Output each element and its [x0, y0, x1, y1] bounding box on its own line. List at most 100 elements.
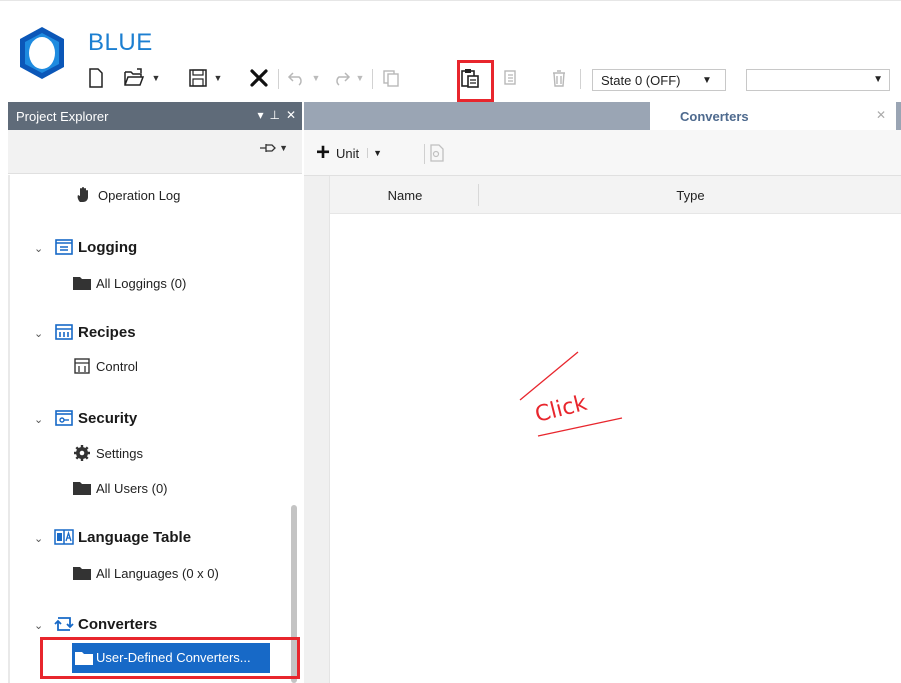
- close-icon[interactable]: ✕: [876, 108, 886, 122]
- app-title: BLUE: [88, 29, 153, 56]
- chevron-down-icon: ▼: [151, 73, 161, 83]
- paste-icon: [461, 69, 479, 88]
- language-table-icon: [54, 528, 74, 546]
- row-header-strip: [304, 176, 330, 683]
- column-header-name[interactable]: Name: [330, 188, 480, 203]
- tree-item-label: All Users (0): [96, 480, 168, 496]
- application-header: BLUE ▼ ▼ ▼ ▼ State 0 (OFF) ▼ ▼: [0, 0, 901, 100]
- click-annotation-text: Click: [533, 391, 590, 428]
- delete-button[interactable]: [548, 66, 570, 90]
- save-button[interactable]: [186, 66, 210, 90]
- tree-item-label: Operation Log: [98, 187, 181, 203]
- new-file-button[interactable]: [84, 66, 108, 90]
- main-toolbar: ▼ ▼ ▼ ▼ State 0 (OFF) ▼ ▼: [80, 61, 901, 95]
- tree-item-settings[interactable]: Settings: [72, 444, 143, 462]
- click-annotation: Click: [519, 351, 623, 437]
- tree-item-operation-log[interactable]: Operation Log: [74, 186, 180, 204]
- chevron-down-icon: ▼: [279, 143, 288, 153]
- tree-group-security[interactable]: Security: [54, 409, 137, 427]
- redo-button[interactable]: [330, 66, 352, 90]
- folder-icon: [74, 650, 94, 669]
- project-tree: [8, 175, 304, 683]
- save-icon: [189, 69, 207, 87]
- tree-item-label: Settings: [96, 445, 143, 461]
- save-dropdown-button[interactable]: ▼: [212, 66, 224, 90]
- new-file-icon: [89, 68, 103, 88]
- column-header-type[interactable]: Type: [480, 188, 901, 203]
- tree-item-all-languages[interactable]: All Languages (0 x 0): [72, 564, 219, 582]
- document-search-icon: [430, 144, 444, 162]
- add-unit-label: Unit: [336, 145, 360, 161]
- close-project-button[interactable]: [246, 66, 272, 90]
- tree-group-converters[interactable]: Converters: [54, 615, 157, 633]
- project-explorer-header: Project Explorer ▾ ⊥ ✕: [8, 102, 302, 130]
- expand-chevron-icon[interactable]: ⌄: [34, 532, 43, 545]
- tree-group-label: Language Table: [78, 528, 192, 546]
- tree-item-user-defined-converters[interactable]: User-Defined Converters...: [72, 643, 270, 673]
- expand-chevron-icon[interactable]: ⌄: [34, 619, 43, 632]
- open-button[interactable]: [120, 66, 148, 90]
- project-explorer-title: Project Explorer: [16, 108, 109, 124]
- tree-group-language-table[interactable]: Language Table: [54, 528, 191, 546]
- open-dropdown-button[interactable]: ▼: [150, 66, 162, 90]
- converters-icon: [54, 615, 74, 633]
- panel-menu-icon[interactable]: ▾: [257, 108, 263, 122]
- state-select[interactable]: State 0 (OFF) ▼: [592, 69, 726, 91]
- tree-group-logging[interactable]: Logging: [54, 238, 137, 256]
- tab-label: Converters: [680, 109, 749, 124]
- duplicate-button[interactable]: [500, 66, 522, 90]
- tree-item-label: Control: [96, 358, 138, 374]
- toolbar-separator: [372, 69, 373, 89]
- state-select-value: State 0 (OFF): [601, 72, 681, 88]
- plus-icon: +: [316, 139, 331, 166]
- folder-icon: [72, 479, 92, 497]
- undo-button[interactable]: [286, 66, 308, 90]
- tree-group-recipes[interactable]: Recipes: [54, 323, 136, 341]
- panel-controls: ▾ ⊥ ✕: [257, 108, 296, 122]
- pin-icon[interactable]: ⊥: [269, 108, 279, 122]
- pushpin-icon: [260, 144, 276, 152]
- redo-icon: [336, 72, 351, 86]
- open-folder-icon: [124, 68, 145, 86]
- scrollbar-thumb[interactable]: [291, 505, 297, 683]
- expand-chevron-icon[interactable]: ⌄: [34, 327, 43, 340]
- undo-dropdown-button[interactable]: ▼: [310, 66, 322, 90]
- tree-item-all-loggings[interactable]: All Loggings (0): [72, 274, 186, 292]
- folder-icon: [72, 274, 92, 292]
- copy-button[interactable]: [380, 66, 402, 90]
- paste-button[interactable]: [458, 66, 482, 90]
- expand-chevron-icon[interactable]: ⌄: [34, 413, 43, 426]
- tree-group-label: Converters: [78, 615, 158, 633]
- chevron-down-icon: ▼: [873, 74, 883, 85]
- toolbar-separator: [278, 69, 279, 89]
- pin-menu-button[interactable]: ▼: [259, 142, 288, 154]
- expand-chevron-icon[interactable]: ⌄: [34, 242, 43, 255]
- chevron-down-icon[interactable]: ▼: [367, 148, 387, 158]
- tree-item-label: User-Defined Converters...: [96, 650, 251, 665]
- tab-converters[interactable]: Converters ✕: [650, 102, 896, 130]
- duplicate-icon: [504, 70, 516, 85]
- redo-dropdown-button[interactable]: ▼: [354, 66, 366, 90]
- column-separator[interactable]: [478, 184, 479, 206]
- logging-icon: [54, 238, 74, 256]
- chevron-down-icon: ▼: [355, 73, 365, 83]
- tree-group-label: Logging: [78, 238, 138, 256]
- tree-item-all-users[interactable]: All Users (0): [72, 479, 168, 497]
- hand-icon: [74, 186, 94, 204]
- toolbar-separator: [424, 144, 425, 164]
- close-icon[interactable]: ✕: [286, 108, 296, 122]
- tree-group-label: Security: [78, 409, 138, 427]
- tree-group-label: Recipes: [78, 323, 136, 341]
- tree-item-control[interactable]: Control: [72, 357, 138, 375]
- recipes-icon: [54, 323, 74, 341]
- project-explorer-toolbar: ▼: [8, 130, 302, 174]
- chevron-down-icon: ▼: [311, 73, 321, 83]
- grid-header: Name Type: [330, 176, 901, 214]
- secondary-select[interactable]: ▼: [746, 69, 890, 91]
- app-logo-icon: [20, 27, 64, 79]
- tree-item-label: All Loggings (0): [96, 275, 187, 291]
- add-unit-button[interactable]: + Unit ▼: [316, 140, 387, 166]
- chevron-down-icon: ▼: [702, 74, 712, 86]
- preview-button[interactable]: [430, 144, 444, 165]
- tree-scrollbar[interactable]: [290, 175, 298, 683]
